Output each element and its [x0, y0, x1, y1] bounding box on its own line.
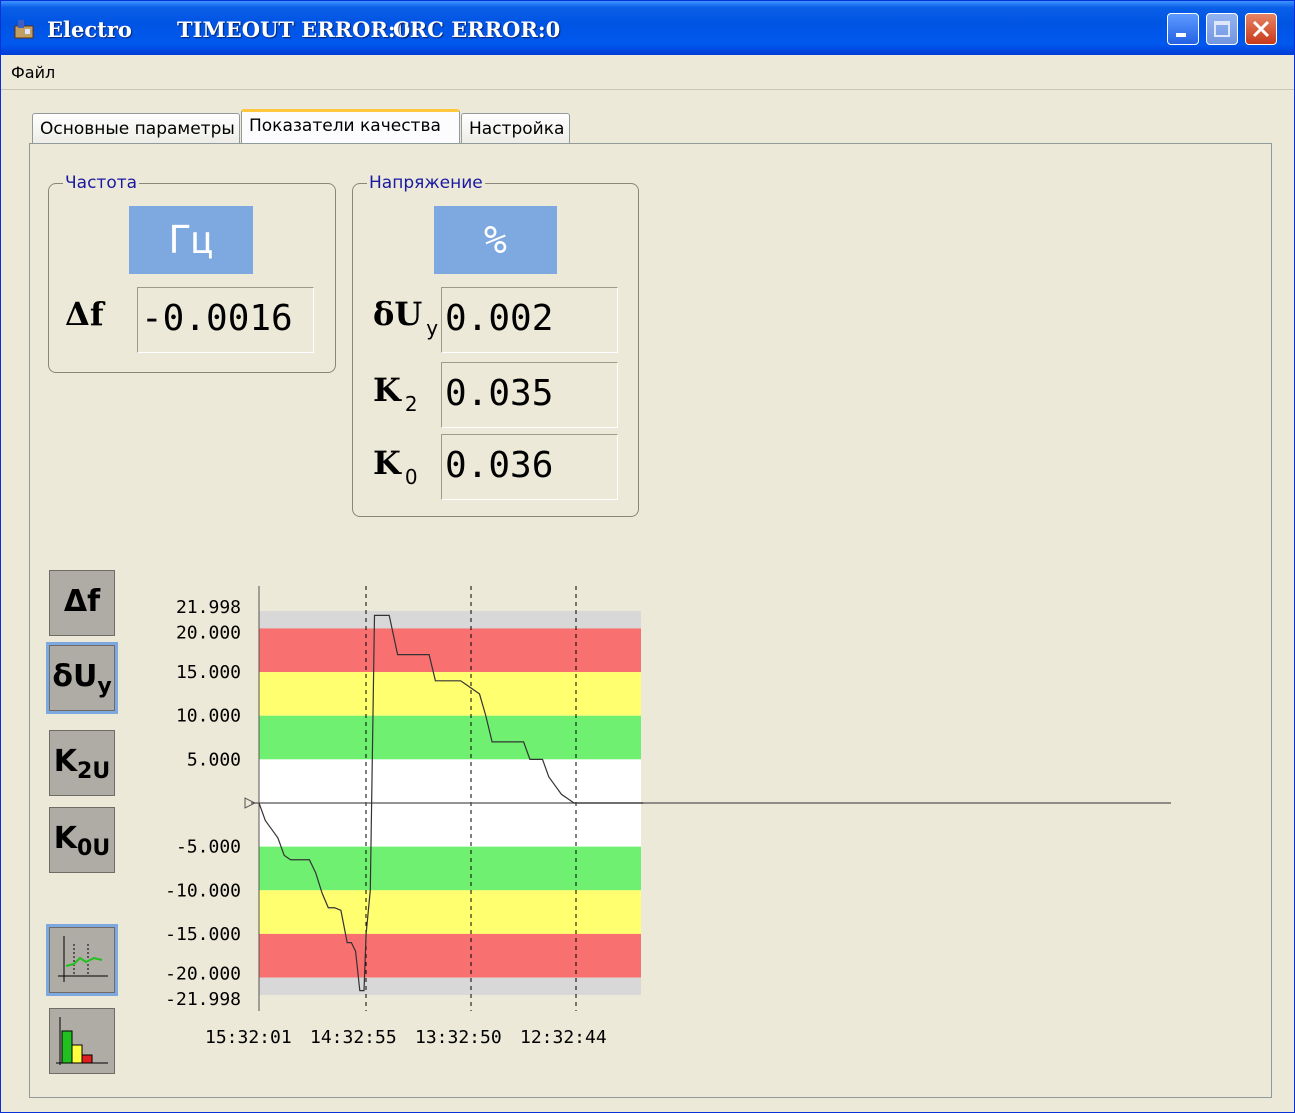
histogram-icon	[56, 1017, 108, 1065]
delta-f-value: -0.0016	[137, 287, 314, 353]
k0-label: K0	[373, 444, 418, 489]
histogram-view-button[interactable]	[49, 1008, 115, 1074]
x-tick-label: 15:32:01	[205, 1027, 292, 1048]
chart-band-yellow	[259, 672, 641, 716]
du-button[interactable]: δUy	[46, 642, 118, 714]
y-tick-label: 21.998	[176, 597, 241, 618]
y-tick-label: 5.000	[187, 749, 241, 770]
maximize-icon	[1214, 21, 1230, 37]
app-window: Electro TIMEOUT ERROR:0 CRC ERROR:0 Файл…	[0, 0, 1295, 1113]
voltage-group-title: Напряжение	[367, 173, 485, 193]
frequency-group-title: Частота	[63, 173, 140, 193]
du-label: δU у	[373, 295, 439, 340]
trend-view-button[interactable]	[46, 924, 118, 996]
frequency-unit: Гц	[129, 206, 253, 274]
minimize-button[interactable]	[1167, 13, 1199, 45]
app-title: Electro	[47, 17, 132, 42]
k2-label: K2	[373, 371, 418, 416]
y-tick-label: -5.000	[176, 837, 241, 858]
chart-band-red	[259, 933, 641, 978]
app-icon	[14, 20, 34, 39]
voltage-unit: %	[434, 206, 557, 274]
delta-f-label: Δf	[65, 295, 104, 333]
k0u-button[interactable]: K0U	[49, 807, 115, 873]
y-tick-label: 15.000	[176, 662, 241, 683]
minimize-icon	[1176, 33, 1186, 37]
x-tick-label: 13:32:50	[415, 1027, 502, 1048]
chart-band-gray	[259, 977, 641, 995]
tab-basic-parameters[interactable]: Основные параметры	[32, 113, 240, 145]
tab-quality-indicators[interactable]: Показатели качества	[241, 109, 460, 145]
du-value: 0.002	[441, 287, 618, 353]
chart-band-red	[259, 628, 641, 673]
chart-band-green	[259, 846, 641, 891]
timeout-status: TIMEOUT ERROR:0	[177, 17, 411, 42]
close-icon	[1252, 20, 1270, 38]
title-bar[interactable]: Electro TIMEOUT ERROR:0 CRC ERROR:0	[1, 1, 1294, 55]
k0-value: 0.036	[441, 434, 618, 500]
k2u-button[interactable]: K2U	[49, 730, 115, 796]
trend-chart-icon	[58, 936, 108, 982]
x-tick-label: 12:32:44	[520, 1027, 607, 1048]
y-tick-label: 10.000	[176, 706, 241, 727]
chart-band-yellow	[259, 890, 641, 934]
y-tick-label: 20.000	[176, 622, 241, 643]
close-button[interactable]	[1245, 13, 1277, 45]
y-tick-label: -15.000	[165, 924, 241, 945]
k2-value: 0.035	[441, 362, 618, 428]
tab-settings[interactable]: Настройка	[461, 113, 570, 145]
chart-band-gray	[259, 611, 641, 629]
y-tick-label: -10.000	[165, 880, 241, 901]
y-tick-label: -21.998	[165, 989, 241, 1010]
x-tick-label: 14:32:55	[310, 1027, 397, 1048]
delta-f-button[interactable]: Δf	[49, 570, 115, 636]
deviation-chart: 21.998 20.000 15.000 10.000 5.000 -5.000 -10.0…	[165, 586, 1171, 1048]
maximize-button[interactable]	[1206, 13, 1238, 45]
menu-bar: Файл	[1, 55, 1294, 90]
chart-band-green	[259, 715, 641, 760]
crc-status: CRC ERROR:0	[393, 17, 561, 42]
y-tick-label: -20.000	[165, 964, 241, 985]
menu-file[interactable]: Файл	[11, 63, 55, 82]
